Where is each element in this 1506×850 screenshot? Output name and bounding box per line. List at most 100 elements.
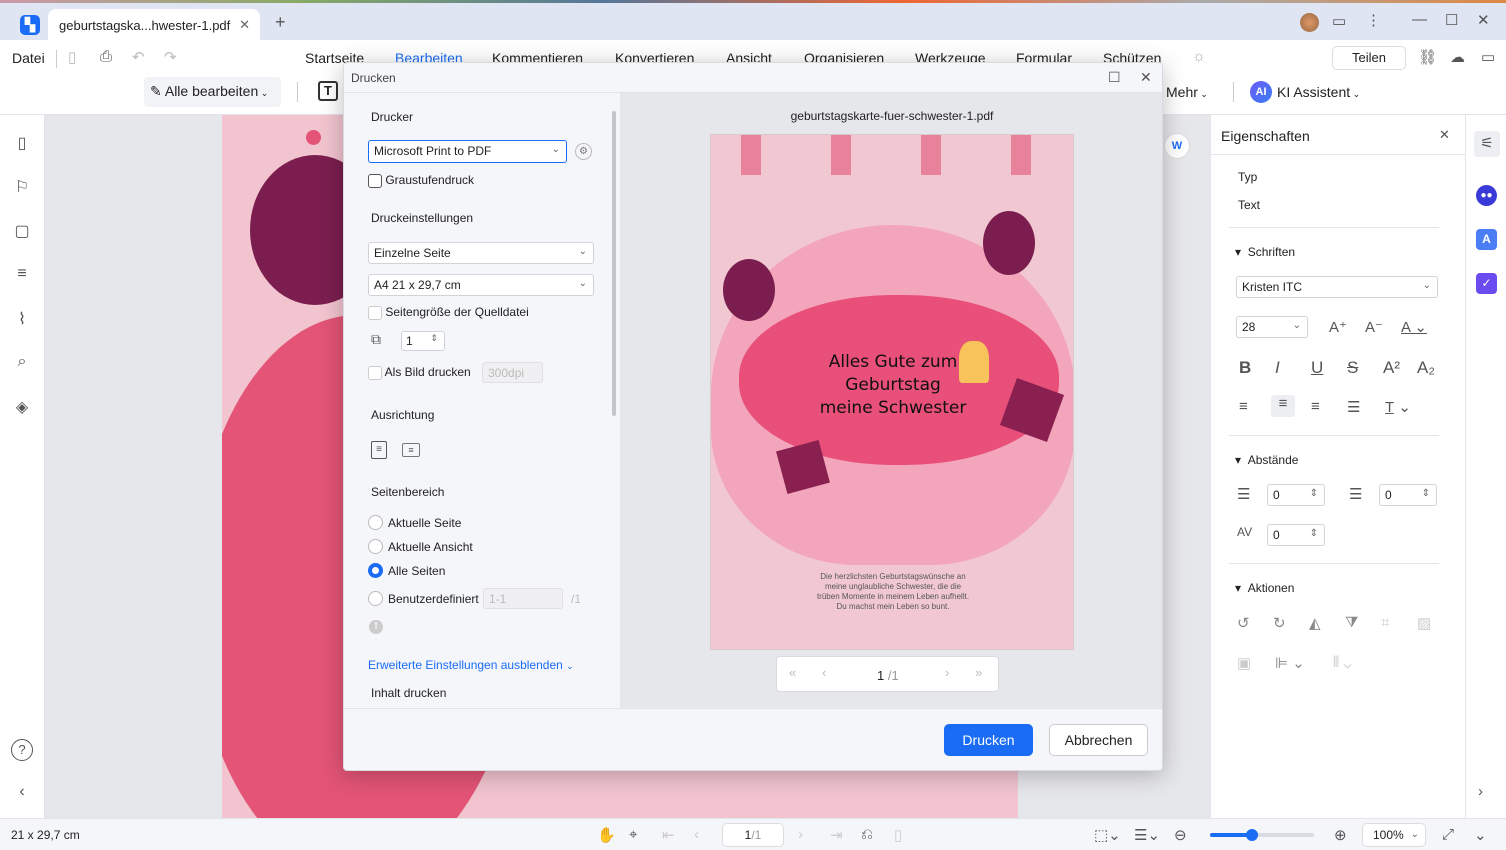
layers-icon[interactable]: ◈ — [12, 397, 32, 417]
zoom-out-icon[interactable]: ⊖ — [1174, 826, 1187, 844]
printer-settings-icon[interactable]: ⚙ — [575, 143, 592, 160]
share-button[interactable]: Teilen — [1332, 46, 1406, 70]
redo-icon[interactable]: ↷ — [164, 48, 177, 66]
actions-section-toggle[interactable]: ▾ Aktionen — [1235, 581, 1294, 595]
custom-range-input[interactable]: 1-1 — [483, 588, 563, 609]
fonts-section-toggle[interactable]: ▾ Schriften — [1235, 245, 1295, 259]
range-current-page-radio[interactable] — [368, 515, 383, 530]
font-color-icon[interactable]: A ⌄ — [1401, 318, 1427, 336]
minimize-icon[interactable]: — — [1412, 11, 1427, 28]
expand-panel-icon[interactable]: › — [1478, 783, 1483, 800]
collapse-toolbar-icon[interactable]: ▭ — [1481, 48, 1495, 66]
landscape-orientation-icon[interactable]: ≡ — [402, 443, 420, 457]
source-size-check-icon[interactable] — [368, 305, 382, 320]
zoom-in-icon[interactable]: ⊕ — [1334, 826, 1347, 844]
flip-vertical-icon[interactable]: ⧩ — [1345, 614, 1358, 631]
as-image-checkbox[interactable]: Als Bild drucken — [368, 365, 471, 380]
zoom-slider-handle[interactable] — [1245, 829, 1258, 841]
align-right-icon[interactable]: ≡ — [1311, 398, 1320, 415]
page-mode-select[interactable]: Einzelne Seite ⌄ — [368, 242, 594, 264]
layers-list-icon[interactable]: ≡ — [12, 265, 32, 283]
properties-sliders-icon[interactable]: ⚟ — [1474, 131, 1500, 157]
grayscale-check-icon[interactable] — [368, 173, 382, 188]
rotate-page-right-icon[interactable]: ▯ — [894, 826, 902, 844]
range-all-pages-radio[interactable] — [368, 563, 383, 578]
dialog-close-icon[interactable]: ✕ — [1140, 69, 1152, 86]
bold-icon[interactable]: B — [1239, 358, 1251, 378]
comment-icon[interactable]: ▢ — [12, 221, 32, 241]
align-center-icon[interactable]: ≡ — [1271, 395, 1295, 417]
replace-image-icon[interactable]: ▨ — [1417, 614, 1431, 632]
preview-prev-page-icon[interactable]: ‹ — [822, 665, 826, 680]
increase-font-icon[interactable]: A⁺ — [1329, 318, 1347, 336]
select-tool-icon[interactable]: ⌖ — [629, 826, 637, 843]
cancel-button[interactable]: Abbrechen — [1049, 724, 1148, 756]
add-text-icon[interactable]: T — [318, 81, 338, 101]
dialog-maximize-icon[interactable]: ☐ — [1108, 69, 1121, 86]
prev-page-icon[interactable]: ‹ — [694, 826, 699, 843]
close-panel-icon[interactable]: ✕ — [1439, 127, 1450, 143]
underline-icon[interactable]: U — [1311, 358, 1323, 378]
check-task-icon[interactable]: ✓ — [1476, 273, 1497, 294]
superscript-icon[interactable]: A² — [1383, 358, 1400, 378]
grayscale-checkbox[interactable]: Graustufendruck — [368, 173, 474, 188]
ai-bot-icon[interactable]: ●● — [1476, 185, 1497, 206]
page-number-input[interactable]: 1/1 — [722, 823, 784, 847]
subscript-icon[interactable]: A₂ — [1417, 358, 1435, 378]
italic-icon[interactable]: I — [1275, 358, 1280, 378]
search-icon[interactable]: ⌕ — [12, 353, 32, 371]
bookmark-icon[interactable]: ⚐ — [12, 177, 32, 197]
advanced-settings-link[interactable]: Erweiterte Einstellungen ausblenden ⌄ — [368, 658, 574, 672]
ai-assistant-button[interactable]: KI Assistent ⌄ — [1277, 84, 1360, 100]
next-page-icon[interactable]: › — [798, 826, 803, 843]
text-direction-icon[interactable]: T̲ ⌄ — [1385, 398, 1411, 416]
print-button[interactable]: Drucken — [944, 724, 1033, 756]
range-custom-radio[interactable] — [368, 591, 383, 606]
workflow-icon[interactable]: ⛓ — [1418, 48, 1437, 66]
rotate-left-icon[interactable]: ↺ — [1237, 614, 1250, 632]
page-layout-icon[interactable]: ☰⌄ — [1134, 826, 1160, 844]
preview-last-page-icon[interactable]: » — [975, 665, 982, 680]
maximize-icon[interactable]: ☐ — [1445, 11, 1458, 29]
zoom-select[interactable]: 100% ⌄ — [1362, 823, 1426, 847]
more-button[interactable]: Mehr ⌄ — [1166, 84, 1208, 100]
avatar[interactable] — [1300, 13, 1319, 32]
decrease-font-icon[interactable]: A⁻ — [1365, 318, 1383, 336]
rotate-page-icon[interactable]: ⎌ — [861, 826, 873, 843]
zoom-slider[interactable] — [1210, 829, 1314, 841]
close-tab-icon[interactable]: ✕ — [239, 17, 250, 33]
printer-select[interactable]: Microsoft Print to PDF ⌄ — [368, 140, 567, 163]
cloud-upload-icon[interactable]: ☁ — [1450, 48, 1465, 66]
font-family-select[interactable]: Kristen ITC ⌄ — [1236, 276, 1438, 298]
edit-all-button[interactable]: ✎ Alle bearbeiten ⌄ — [144, 77, 281, 107]
fullscreen-icon[interactable]: ⤢ — [1442, 826, 1454, 843]
document-tab[interactable]: geburtstagska...hwester-1.pdf ✕ — [48, 9, 260, 40]
print-icon[interactable]: ⎙ — [100, 48, 112, 65]
align-objects-icon[interactable]: ⊫ ⌄ — [1275, 654, 1305, 672]
help-icon[interactable]: ? — [11, 739, 33, 761]
portrait-orientation-icon[interactable]: ≡ — [371, 441, 387, 459]
crop-icon[interactable]: ⌗ — [1381, 614, 1389, 631]
preview-next-page-icon[interactable]: › — [945, 665, 949, 680]
new-tab-button[interactable]: + — [275, 12, 286, 33]
word-convert-icon[interactable]: W — [1164, 133, 1190, 159]
preview-first-page-icon[interactable]: « — [789, 665, 796, 680]
paper-size-select[interactable]: A4 21 x 29,7 cm ⌄ — [368, 274, 594, 296]
char-spacing-input[interactable]: 0 ⇕ — [1267, 524, 1325, 546]
font-size-select[interactable]: 28 ⌄ — [1236, 316, 1308, 338]
paragraph-spacing-input[interactable]: 0 ⇕ — [1379, 484, 1437, 506]
last-page-icon[interactable]: ⇥ — [830, 826, 843, 844]
fit-mode-icon[interactable]: ⬚⌄ — [1094, 826, 1121, 844]
extract-icon[interactable]: ▣ — [1237, 654, 1251, 672]
flip-horizontal-icon[interactable]: ◭ — [1309, 614, 1321, 632]
more-options-icon[interactable]: ⋮ — [1366, 11, 1381, 29]
justify-icon[interactable]: ☰ — [1347, 398, 1360, 416]
copies-input[interactable]: 1 ⇕ — [401, 331, 445, 351]
dpi-input[interactable]: 300dpi — [482, 362, 543, 383]
more-view-icon[interactable]: ⌄ — [1474, 826, 1487, 844]
page-thumbnail-icon[interactable]: ▯ — [12, 133, 32, 153]
distribute-icon[interactable]: ⫴ ⌄ — [1333, 654, 1352, 671]
strikethrough-icon[interactable]: S — [1347, 358, 1358, 378]
align-left-icon[interactable]: ≡ — [1239, 398, 1248, 415]
translate-icon[interactable]: A — [1476, 229, 1497, 250]
